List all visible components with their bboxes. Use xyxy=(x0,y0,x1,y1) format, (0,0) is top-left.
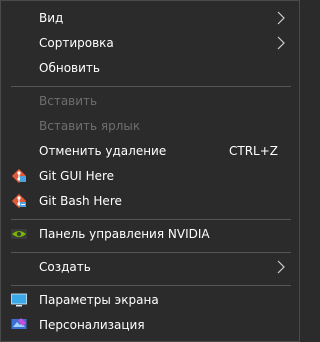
chevron-right-icon xyxy=(277,36,285,50)
menu-item-label: Персонализация xyxy=(39,317,145,332)
menu-item-git-gui[interactable]: Git GUI Here xyxy=(1,163,299,188)
menu-separator xyxy=(11,86,291,87)
menu-item-label: Сортировка xyxy=(39,35,114,50)
menu-item-label: Git GUI Here xyxy=(39,168,115,183)
menu-item-label: Git Bash Here xyxy=(39,193,122,208)
menu-item-nvidia-control-panel[interactable]: Панель управления NVIDIA xyxy=(1,221,299,246)
menu-item-view[interactable]: Вид xyxy=(1,5,299,30)
shortcut-label: CTRL+Z xyxy=(229,143,279,158)
menu-item-display-settings[interactable]: Параметры экрана xyxy=(1,287,299,312)
git-gui-icon xyxy=(11,168,27,184)
menu-separator xyxy=(11,285,291,286)
menu-item-label: Вид xyxy=(39,10,64,25)
menu-item-paste-shortcut: Вставить ярлык xyxy=(1,113,299,138)
menu-item-new[interactable]: Создать xyxy=(1,254,299,279)
chevron-right-icon xyxy=(277,11,285,25)
chevron-right-icon xyxy=(277,260,285,274)
menu-item-personalization[interactable]: Персонализация xyxy=(1,312,299,337)
menu-item-undo-delete[interactable]: Отменить удаление CTRL+Z xyxy=(1,138,299,163)
nvidia-icon xyxy=(11,229,27,239)
menu-item-label: Отменить удаление xyxy=(39,143,167,158)
git-bash-icon xyxy=(11,193,27,209)
menu-item-label: Параметры экрана xyxy=(39,292,159,307)
menu-item-paste: Вставить xyxy=(1,88,299,113)
menu-item-label: Вставить ярлык xyxy=(39,118,141,133)
menu-separator xyxy=(11,252,291,253)
menu-item-sort[interactable]: Сортировка xyxy=(1,30,299,55)
menu-item-label: Создать xyxy=(39,259,91,274)
context-menu: Вид Сортировка Обновить Вставить Вставит… xyxy=(0,0,300,342)
menu-separator xyxy=(11,219,291,220)
menu-item-git-bash[interactable]: Git Bash Here xyxy=(1,188,299,213)
menu-item-refresh[interactable]: Обновить xyxy=(1,55,299,80)
menu-item-label: Вставить xyxy=(39,93,98,108)
menu-item-label: Панель управления NVIDIA xyxy=(39,226,210,241)
personalization-icon xyxy=(11,318,27,329)
display-settings-icon xyxy=(11,293,27,307)
menu-item-label: Обновить xyxy=(39,60,100,75)
